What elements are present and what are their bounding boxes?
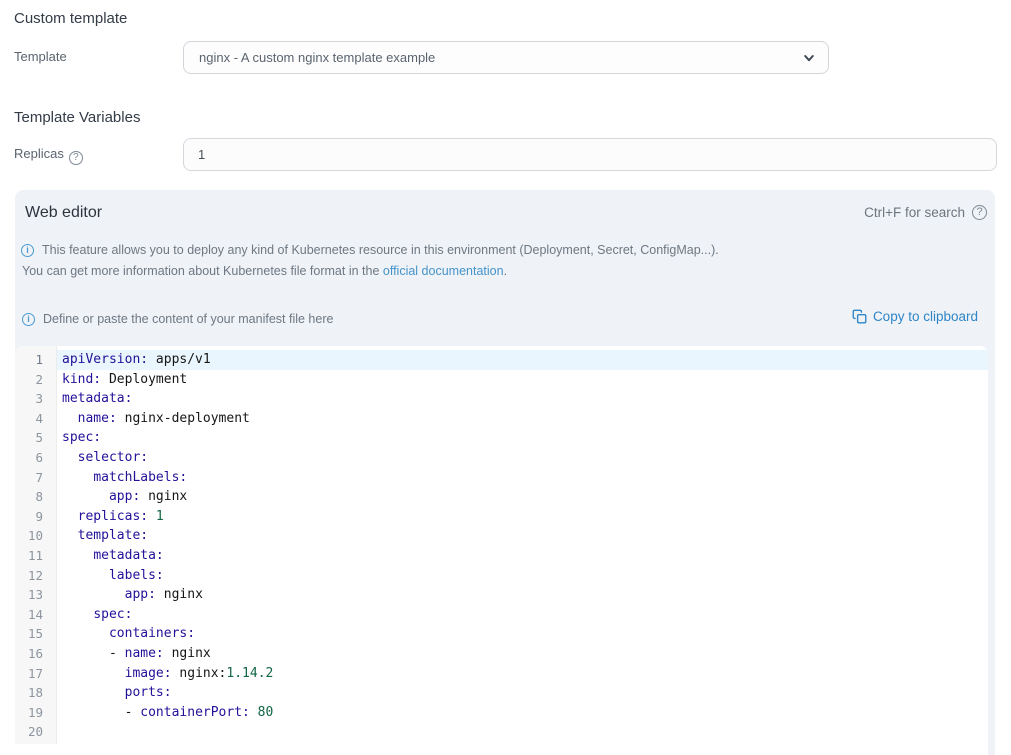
- code-line: - name: nginx: [57, 644, 988, 664]
- replicas-input[interactable]: [183, 138, 997, 171]
- line-number: 3: [15, 389, 56, 409]
- line-number: 1: [15, 350, 56, 370]
- docs-info-line: You can get more information about Kuber…: [22, 264, 972, 278]
- line-number: 16: [15, 644, 56, 664]
- code-line: name: nginx-deployment: [57, 409, 988, 429]
- template-label: Template: [14, 49, 67, 64]
- editor-gutter: 1234567891011121314151617181920: [15, 346, 57, 744]
- line-number: 20: [15, 722, 56, 742]
- docs-info-text: You can get more information about Kuber…: [22, 264, 507, 278]
- copy-button-label: Copy to clipboard: [873, 309, 978, 324]
- code-line: ports:: [57, 683, 988, 703]
- code-line: template:: [57, 526, 988, 546]
- replicas-label-group: Replicas?: [14, 145, 83, 165]
- code-line: replicas: 1: [57, 507, 988, 527]
- line-number: 10: [15, 526, 56, 546]
- line-number: 9: [15, 507, 56, 527]
- line-number: 15: [15, 624, 56, 644]
- search-hint: Ctrl+F for search ?: [864, 205, 987, 220]
- official-documentation-link[interactable]: official documentation: [383, 264, 504, 278]
- web-editor-title: Web editor: [25, 204, 102, 222]
- line-number: 11: [15, 546, 56, 566]
- code-line: image: nginx:1.14.2: [57, 664, 988, 684]
- line-number: 13: [15, 585, 56, 605]
- copy-icon: [852, 309, 867, 324]
- template-select-value: nginx - A custom nginx template example: [199, 50, 802, 65]
- line-number: 4: [15, 409, 56, 429]
- code-line: app: nginx: [57, 585, 988, 605]
- docs-info-prefix: You can get more information about Kuber…: [22, 264, 383, 278]
- web-editor-panel: Web editor Ctrl+F for search ? i This fe…: [15, 190, 995, 755]
- line-number: 14: [15, 605, 56, 625]
- code-line: apiVersion: apps/v1: [57, 350, 988, 370]
- feature-info-text: This feature allows you to deploy any ki…: [42, 243, 719, 257]
- line-number: 19: [15, 703, 56, 723]
- manifest-hint-text: Define or paste the content of your mani…: [43, 312, 333, 326]
- line-number: 17: [15, 664, 56, 684]
- page-title: Custom template: [14, 10, 127, 27]
- copy-to-clipboard-button[interactable]: Copy to clipboard: [852, 309, 978, 324]
- search-help-icon[interactable]: ?: [972, 205, 987, 220]
- info-icon: i: [22, 313, 35, 326]
- line-number: 12: [15, 566, 56, 586]
- replicas-label: Replicas: [14, 146, 64, 161]
- code-line: - containerPort: 80: [57, 703, 988, 723]
- line-number: 5: [15, 428, 56, 448]
- code-line: spec:: [57, 605, 988, 625]
- code-line: labels:: [57, 566, 988, 586]
- line-number: 6: [15, 448, 56, 468]
- code-line: spec:: [57, 428, 988, 448]
- code-line: selector:: [57, 448, 988, 468]
- search-hint-text: Ctrl+F for search: [864, 205, 965, 220]
- info-icon: i: [21, 244, 34, 257]
- yaml-code-editor[interactable]: 1234567891011121314151617181920 apiVersi…: [15, 346, 988, 755]
- manifest-hint-line: i Define or paste the content of your ma…: [22, 312, 333, 326]
- section-title-template-variables: Template Variables: [14, 109, 140, 126]
- code-line: matchLabels:: [57, 468, 988, 488]
- chevron-down-icon: [802, 51, 816, 65]
- docs-info-suffix: .: [504, 264, 507, 278]
- feature-info-line: i This feature allows you to deploy any …: [21, 243, 971, 257]
- line-number: 8: [15, 487, 56, 507]
- editor-code: apiVersion: apps/v1kind: Deploymentmetad…: [57, 346, 988, 755]
- line-number: 7: [15, 468, 56, 488]
- code-line: app: nginx: [57, 487, 988, 507]
- line-number: 18: [15, 683, 56, 703]
- code-line: containers:: [57, 624, 988, 644]
- replicas-help-icon[interactable]: ?: [69, 151, 83, 165]
- code-line: metadata:: [57, 389, 988, 409]
- template-select[interactable]: nginx - A custom nginx template example: [183, 41, 829, 74]
- code-line: [57, 722, 988, 742]
- code-line: metadata:: [57, 546, 988, 566]
- line-number: 2: [15, 370, 56, 390]
- code-line: kind: Deployment: [57, 370, 988, 390]
